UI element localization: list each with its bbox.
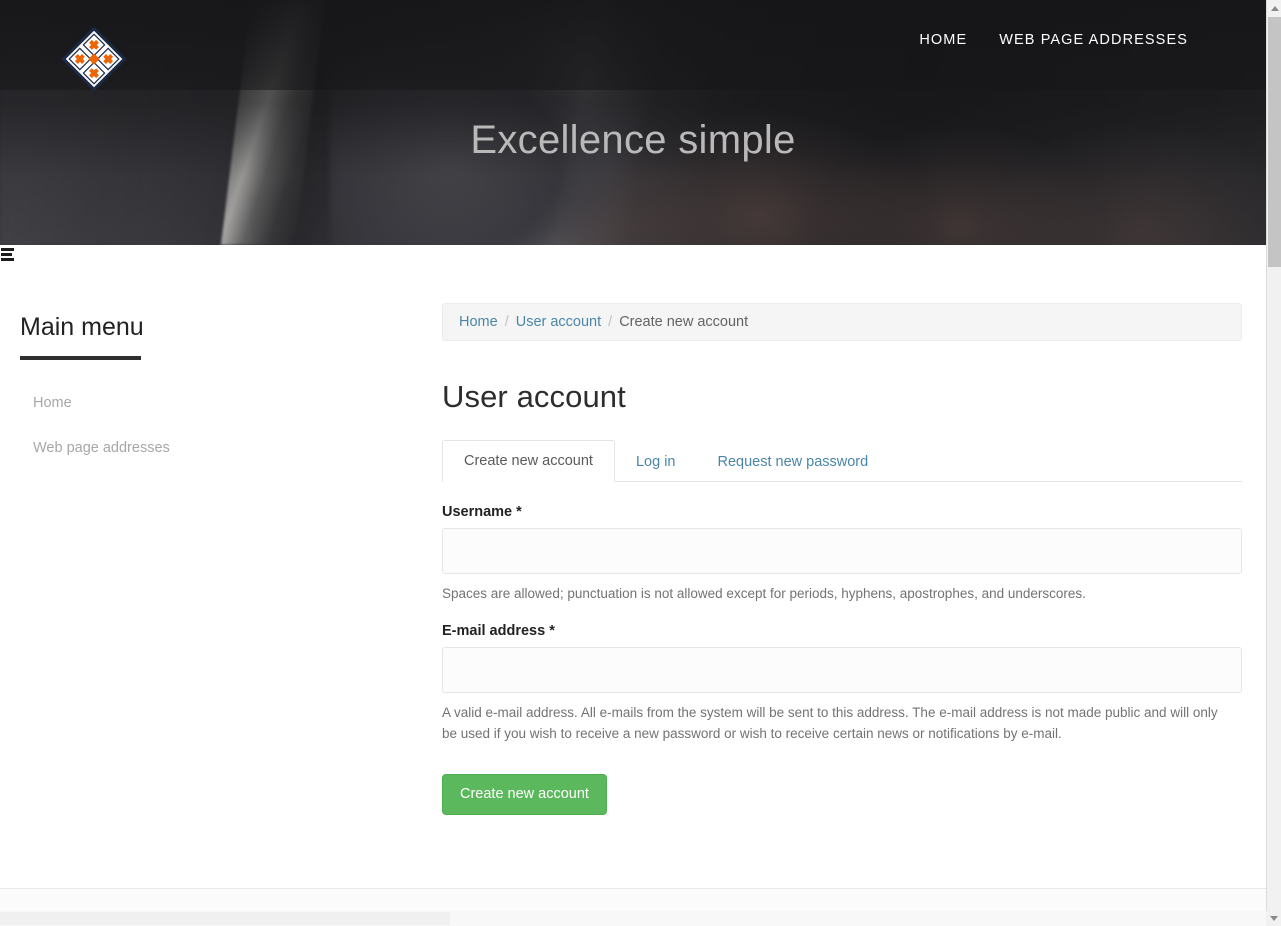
- breadcrumb: Home / User account / Create new account: [442, 303, 1242, 341]
- hamburger-bar-2: [1, 252, 12, 256]
- page-title: User account: [442, 379, 626, 414]
- username-label: Username *: [442, 504, 1242, 520]
- sidebar-heading: Main menu: [20, 313, 144, 341]
- main-navigation: HOME WEB PAGE ADDRESSES: [919, 32, 1188, 48]
- sidebar: Main menu Home Web page addresses: [20, 313, 400, 484]
- hamburger-bar-1: [1, 247, 14, 251]
- site-logo-link[interactable]: [62, 27, 126, 91]
- sidebar-heading-underline: [20, 356, 141, 360]
- vertical-scrollbar[interactable]: [1266, 0, 1281, 911]
- nav-item-web-page-addresses[interactable]: WEB PAGE ADDRESSES: [999, 32, 1188, 48]
- sidebar-menu: Home Web page addresses: [20, 394, 400, 457]
- hero-title: Excellence simple: [470, 118, 796, 162]
- email-label-text: E-mail address: [442, 623, 546, 639]
- email-input[interactable]: [442, 647, 1242, 693]
- horizontal-scrollbar-thumb[interactable]: [0, 912, 450, 925]
- create-new-account-button[interactable]: Create new account: [442, 774, 607, 815]
- email-help-text: A valid e-mail address. All e-mails from…: [442, 705, 1218, 741]
- breadcrumb-item-home[interactable]: Home: [459, 314, 498, 330]
- page-body: Main menu Home Web page addresses Home /…: [0, 245, 1266, 888]
- footer-region: [0, 889, 1266, 911]
- nav-item-home[interactable]: HOME: [919, 32, 967, 48]
- scroll-down-arrow-icon[interactable]: [1266, 911, 1281, 926]
- tab-log-in[interactable]: Log in: [615, 442, 697, 482]
- breadcrumb-item-user-account[interactable]: User account: [516, 314, 601, 330]
- sidebar-item-web-page-addresses-link[interactable]: Web page addresses: [20, 440, 170, 456]
- scroll-up-arrow-icon[interactable]: [1267, 0, 1281, 16]
- site-header-hero: HOME WEB PAGE ADDRESSES Excellence simpl…: [0, 0, 1266, 245]
- horizontal-scrollbar[interactable]: [0, 911, 1266, 926]
- main-content: Home / User account / Create new account…: [442, 303, 1242, 815]
- diamond-logo-icon: [62, 27, 126, 91]
- username-input[interactable]: [442, 528, 1242, 574]
- username-field-block: Username * Spaces are allowed; punctuati…: [442, 504, 1242, 604]
- account-tabs: Create new account Log in Request new pa…: [442, 440, 1242, 482]
- hamburger-bar-3: [1, 257, 14, 261]
- sidebar-item-home-link[interactable]: Home: [20, 395, 72, 411]
- sidebar-item-web-page-addresses[interactable]: Web page addresses: [20, 439, 400, 457]
- username-label-text: Username: [442, 504, 513, 520]
- breadcrumb-separator-1: /: [504, 314, 509, 330]
- breadcrumb-item-current: Create new account: [619, 314, 749, 330]
- breadcrumb-separator-2: /: [608, 314, 613, 330]
- tab-request-new-password[interactable]: Request new password: [696, 442, 889, 482]
- username-required-marker: *: [512, 504, 522, 520]
- email-required-marker: *: [545, 623, 555, 639]
- page-root: HOME WEB PAGE ADDRESSES Excellence simpl…: [0, 0, 1281, 926]
- hamburger-menu-icon[interactable]: [0, 244, 16, 264]
- vertical-scrollbar-thumb[interactable]: [1268, 17, 1281, 267]
- create-account-form: Username * Spaces are allowed; punctuati…: [442, 504, 1242, 815]
- username-help-text: Spaces are allowed; punctuation is not a…: [442, 586, 1086, 601]
- tab-create-new-account[interactable]: Create new account: [442, 440, 615, 482]
- email-field-block: E-mail address * A valid e-mail address.…: [442, 623, 1242, 744]
- sidebar-item-home[interactable]: Home: [20, 394, 400, 412]
- email-label: E-mail address *: [442, 623, 1242, 639]
